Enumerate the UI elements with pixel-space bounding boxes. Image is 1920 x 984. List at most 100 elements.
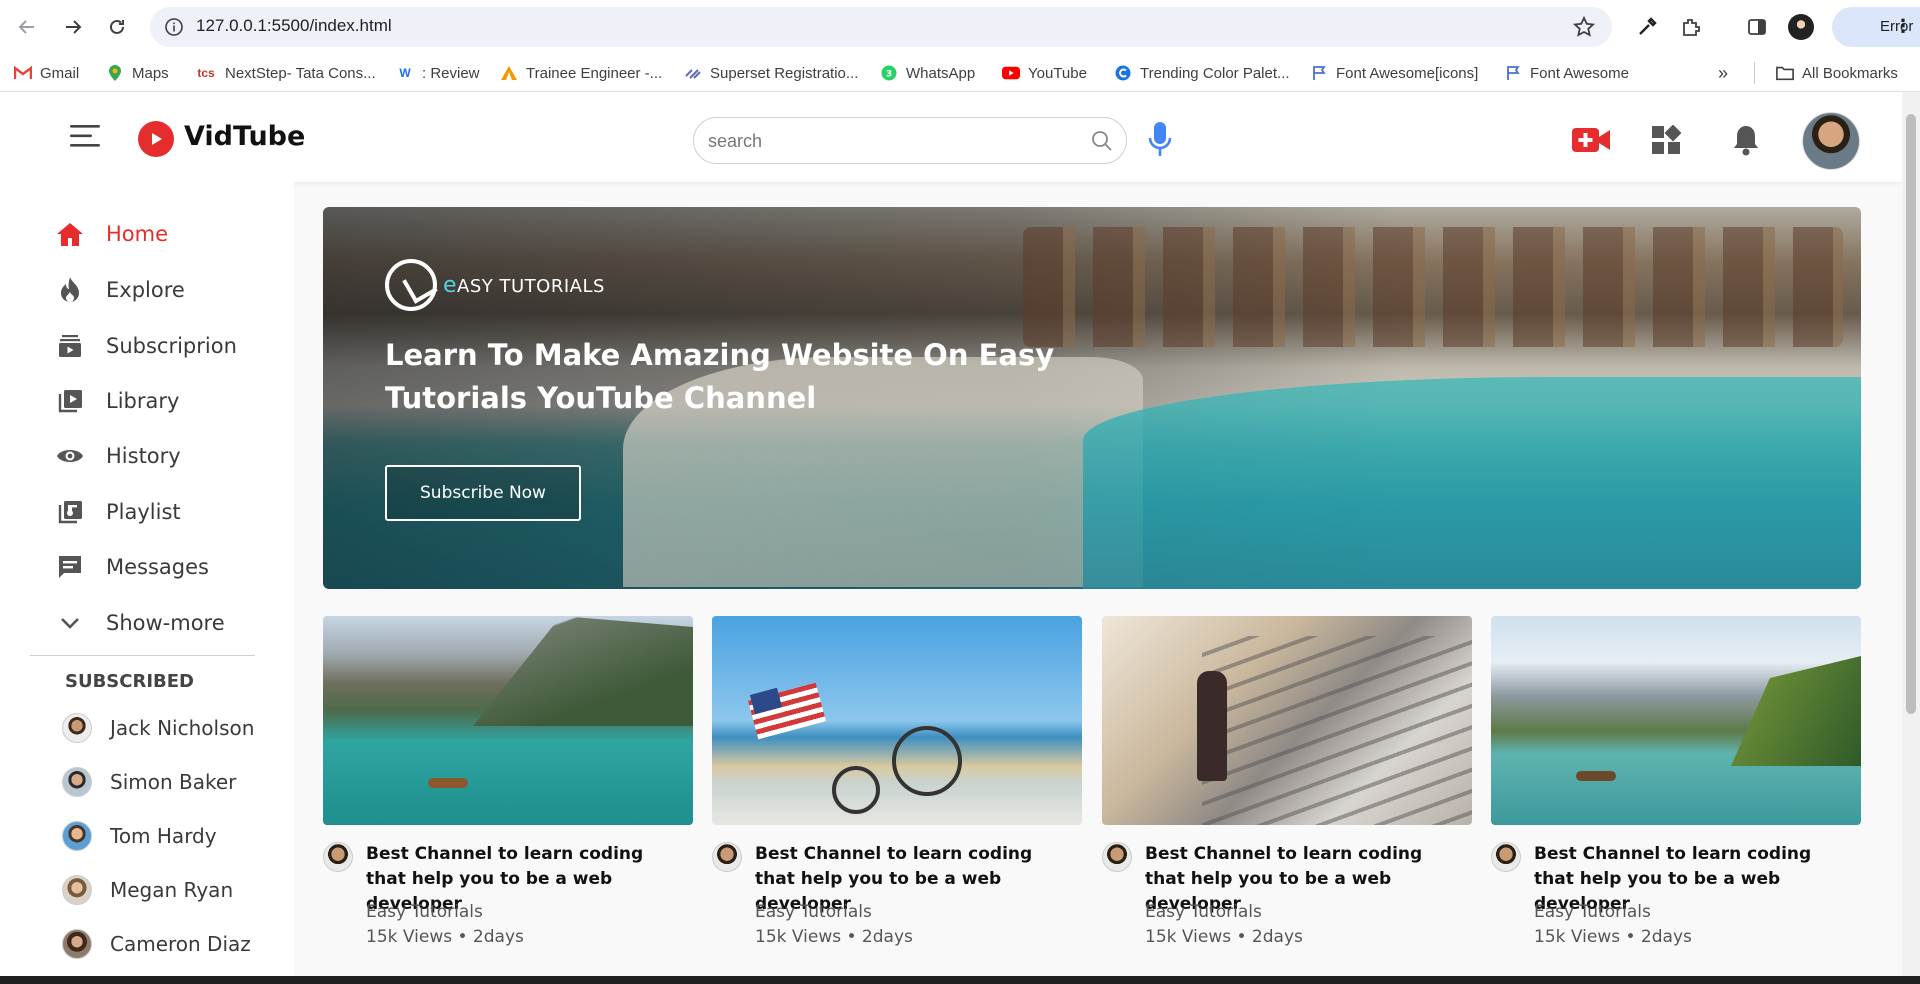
microphone-icon[interactable] [1146, 120, 1174, 160]
video-card[interactable]: Best Channel to learn coding that help y… [1102, 616, 1472, 984]
sidebar-item-playlist[interactable]: Playlist [56, 492, 181, 532]
bookmark-font-awesome[interactable]: Font Awesome [1504, 63, 1629, 83]
banner-bungalows-image [1023, 227, 1843, 347]
subscribe-now-button[interactable]: Subscribe Now [385, 465, 581, 521]
youtube-icon [1002, 64, 1020, 82]
video-channel[interactable]: Easy Tutorials [755, 902, 872, 922]
eye-icon [56, 442, 84, 470]
video-card[interactable]: Best Channel to learn coding that help y… [1491, 616, 1861, 984]
all-bookmarks-button[interactable]: All Bookmarks [1776, 63, 1898, 83]
back-button[interactable] [10, 10, 44, 44]
channel-avatar[interactable] [1491, 842, 1521, 872]
video-thumbnail[interactable] [1491, 616, 1861, 825]
avatar [62, 713, 92, 743]
sidebar-item-label: Library [106, 389, 180, 413]
bookmark-trending-color[interactable]: Trending Color Palet... [1114, 63, 1290, 83]
easy-tutorials-logo-text: eASY TUTORIALS [443, 272, 605, 298]
sidebar-item-library[interactable]: Library [56, 381, 179, 421]
bookmark-nextstep[interactable]: tcs NextStep- Tata Cons... [195, 63, 375, 83]
maps-icon [106, 64, 124, 82]
bookmark-label: WhatsApp [906, 64, 976, 82]
eyedropper-icon[interactable] [1632, 12, 1662, 42]
sidebar-item-home[interactable]: Home [56, 214, 168, 254]
bookmark-trainee-engineer[interactable]: Trainee Engineer -... [500, 63, 662, 83]
profile-error-button[interactable]: Error ⋮ [1832, 7, 1920, 47]
video-channel[interactable]: Easy Tutorials [366, 902, 483, 922]
search-input[interactable] [708, 129, 1068, 153]
video-card[interactable]: Best Channel to learn coding that help y… [712, 616, 1082, 984]
sidebar-item-label: Show-more [106, 611, 225, 635]
channel-avatar[interactable] [1102, 842, 1132, 872]
bookmark-label: Font Awesome [1530, 64, 1629, 82]
profile-avatar[interactable] [1786, 12, 1816, 42]
video-channel[interactable]: Easy Tutorials [1534, 902, 1651, 922]
hero-banner: eASY TUTORIALS Learn To Make Amazing Web… [323, 207, 1861, 589]
subscribed-channel-megan-ryan[interactable]: Megan Ryan [62, 873, 233, 907]
avatar [62, 821, 92, 851]
address-bar[interactable]: 127.0.0.1:5500/index.html [150, 7, 1612, 47]
video-meta: 15k Views • 2days [366, 927, 524, 947]
reload-button[interactable] [100, 10, 134, 44]
bookmark-label: Trending Color Palet... [1140, 64, 1290, 82]
sidebar-item-explore[interactable]: Explore [56, 270, 185, 310]
folder-icon [1776, 64, 1794, 82]
c-icon [1114, 64, 1132, 82]
forward-button[interactable] [56, 10, 90, 44]
apps-grid-icon[interactable] [1650, 122, 1682, 158]
avatar [62, 875, 92, 905]
subscribed-channel-cameron-diaz[interactable]: Cameron Diaz [62, 927, 251, 961]
bookmark-gmail[interactable]: Gmail [14, 63, 79, 83]
subscribed-channel-simon-baker[interactable]: Simon Baker [62, 765, 236, 799]
superset-icon [684, 64, 702, 82]
video-thumbnail[interactable] [1102, 616, 1472, 825]
bookmark-label: : Review [422, 64, 480, 82]
all-bookmarks-label: All Bookmarks [1802, 64, 1898, 82]
bookmark-maps[interactable]: Maps [106, 63, 169, 83]
search-icon[interactable] [1090, 129, 1114, 153]
subscribed-channel-name: Jack Nicholson [110, 716, 255, 740]
extensions-icon[interactable] [1676, 12, 1706, 42]
avatar [62, 929, 92, 959]
subscribed-channel-jack-nicholson[interactable]: Jack Nicholson [62, 711, 254, 745]
notification-bell-icon[interactable] [1731, 122, 1761, 158]
hamburger-menu-icon[interactable] [70, 123, 100, 149]
avatar [62, 767, 92, 797]
sidebar-item-label: History [106, 444, 181, 468]
flag-icon [1504, 64, 1522, 82]
bookmark-whatsapp[interactable]: 3 WhatsApp [880, 63, 975, 83]
sidebar-item-show-more[interactable]: Show-more [56, 603, 225, 643]
bookmark-font-awesome-icons[interactable]: Font Awesome[icons] [1310, 63, 1478, 83]
url-text[interactable]: 127.0.0.1:5500/index.html [196, 16, 392, 36]
sidebar-item-history[interactable]: History [56, 436, 181, 476]
bookmark-superset[interactable]: Superset Registratio... [684, 63, 858, 83]
sidebar-item-subscription[interactable]: Subscriprion [56, 326, 237, 366]
more-bookmarks-icon[interactable]: » [1718, 63, 1728, 83]
channel-avatar[interactable] [323, 842, 353, 872]
video-thumbnail[interactable] [712, 616, 1082, 825]
scrollbar-thumb[interactable] [1906, 114, 1916, 714]
video-thumbnail[interactable] [323, 616, 693, 825]
subscriptions-icon [56, 332, 84, 360]
bookmark-label: Gmail [40, 64, 80, 82]
side-panel-icon[interactable] [1742, 12, 1772, 42]
subscribed-channel-name: Simon Baker [110, 770, 237, 794]
channel-avatar[interactable] [712, 842, 742, 872]
video-card[interactable]: Best Channel to learn coding that help y… [323, 616, 693, 984]
user-avatar[interactable] [1802, 112, 1860, 170]
subscribed-channel-tom-hardy[interactable]: Tom Hardy [62, 819, 217, 853]
kebab-menu-icon[interactable]: ⋮ [1894, 15, 1912, 39]
bookmark-youtube[interactable]: YouTube [1002, 63, 1087, 83]
upload-video-icon[interactable] [1572, 122, 1610, 158]
bookmark-review[interactable]: W : Review [396, 63, 480, 83]
video-channel[interactable]: Easy Tutorials [1145, 902, 1262, 922]
subscribed-heading: SUBSCRIBED [65, 671, 194, 692]
sidebar-item-label: Home [106, 222, 169, 246]
flame-icon [56, 276, 84, 304]
bookmark-label: Trainee Engineer -... [526, 64, 663, 82]
sidebar-item-messages[interactable]: Messages [56, 547, 209, 587]
page-scrollbar[interactable] [1902, 92, 1920, 984]
brand-logo-icon[interactable] [138, 121, 174, 157]
brand-name[interactable]: VidTube [184, 121, 305, 152]
bookmark-star-icon[interactable] [1572, 15, 1596, 39]
site-info-icon[interactable] [162, 15, 186, 39]
